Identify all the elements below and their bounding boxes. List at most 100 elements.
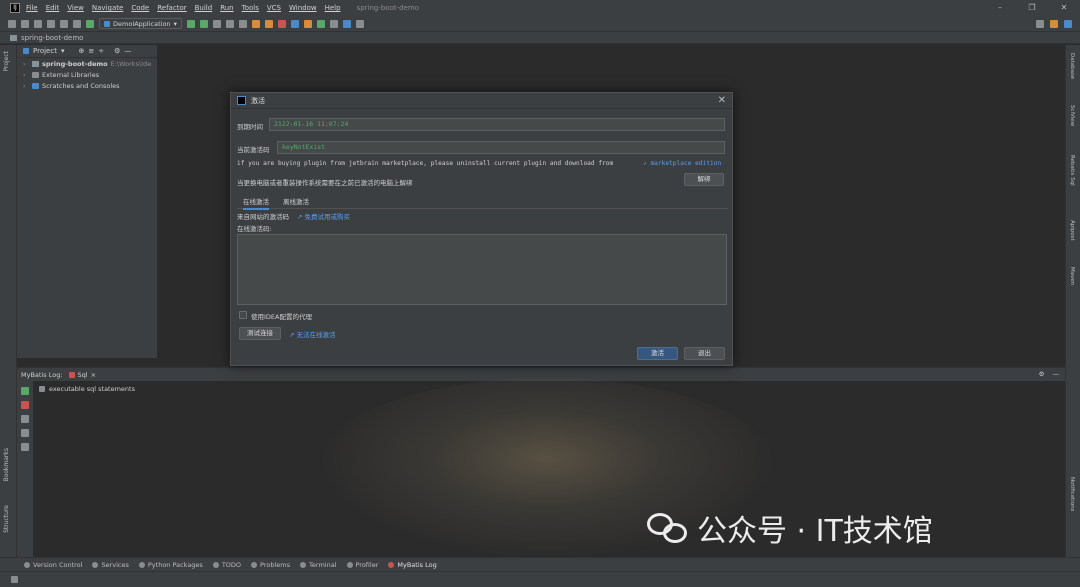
bookmarks-tool-tab[interactable]: Bookmarks <box>3 448 10 482</box>
status-layout-icon[interactable] <box>11 576 18 583</box>
exit-button[interactable]: 退出 <box>684 347 725 360</box>
collapse-all-icon[interactable]: ≡ <box>88 47 94 55</box>
profiler-icon <box>346 561 353 568</box>
proxy-checkbox[interactable] <box>239 311 247 319</box>
chevron-down-icon[interactable]: ▾ <box>61 47 65 55</box>
tab-services[interactable]: Services <box>92 561 129 569</box>
structure-tool-tab[interactable]: Structure <box>3 505 10 533</box>
tree-item-external-libraries[interactable]: › External Libraries <box>17 69 157 80</box>
test-connection-button[interactable]: 测试连接 <box>239 327 281 340</box>
open-folder-icon[interactable] <box>8 19 16 28</box>
main-toolbar: DemoIApplication ▾ <box>0 16 1080 32</box>
gear-icon[interactable]: ⚙ <box>114 47 120 55</box>
menu-vcs[interactable]: VCS <box>267 4 281 12</box>
menu-tools[interactable]: Tools <box>242 4 259 12</box>
back-icon[interactable] <box>47 19 55 28</box>
expand-all-icon[interactable]: ÷ <box>98 47 104 55</box>
update-icon[interactable] <box>1050 20 1058 28</box>
apipost-tool-tab[interactable]: Apipost <box>1069 220 1075 241</box>
maven-tool-tab[interactable]: Maven <box>1069 267 1075 285</box>
stop-icon[interactable] <box>21 401 29 409</box>
menu-edit[interactable]: Edit <box>46 4 60 12</box>
menu-window[interactable]: Window <box>289 4 317 12</box>
panel-controls: ⚙ — <box>1039 370 1059 378</box>
menu-code[interactable]: Code <box>131 4 149 12</box>
menu-navigate[interactable]: Navigate <box>92 4 123 12</box>
hide-panel-icon[interactable]: — <box>1053 370 1060 378</box>
tab-problems[interactable]: Problems <box>251 561 290 569</box>
profile-icon[interactable] <box>225 19 234 28</box>
build-hammer-icon[interactable] <box>86 19 94 28</box>
menu-run[interactable]: Run <box>220 4 233 12</box>
cannot-activate-link[interactable]: ↗ 无法在线激活 <box>289 329 336 339</box>
breadcrumb[interactable]: spring-boot-demo <box>21 34 83 42</box>
expand-arrow-icon[interactable]: › <box>23 71 29 79</box>
expand-arrow-icon[interactable]: › <box>23 60 29 68</box>
database-tool-tab[interactable]: Database <box>1069 53 1075 79</box>
plugin-icon-6[interactable] <box>316 19 325 28</box>
notifications-tool-tab[interactable]: Notifications <box>1069 477 1075 511</box>
tree-item-project-root[interactable]: › spring-boot-demo E:\Works\Ide <box>17 58 157 69</box>
menu-build[interactable]: Build <box>195 4 213 12</box>
more-run-icon[interactable] <box>238 19 247 28</box>
free-trial-link[interactable]: ↗ 免费试用或购买 <box>297 211 350 221</box>
close-icon[interactable]: ✕ <box>718 95 726 106</box>
run-configuration-select[interactable]: DemoIApplication ▾ <box>99 18 182 29</box>
project-tool-tab[interactable]: Project <box>3 51 10 72</box>
tab-profiler[interactable]: Profiler <box>346 561 378 569</box>
coverage-icon[interactable] <box>212 19 221 28</box>
close-window-icon[interactable]: ✕ <box>1048 0 1080 16</box>
activation-code-field[interactable]: keyNotExist <box>277 141 725 154</box>
plugin-icon-2[interactable] <box>264 19 273 28</box>
locate-icon[interactable]: ⊕ <box>78 47 84 55</box>
hide-panel-icon[interactable]: — <box>124 47 131 55</box>
menu-file[interactable]: File <box>26 4 38 12</box>
plugin-icon-1[interactable] <box>251 19 260 28</box>
tab-todo[interactable]: TODO <box>212 561 241 569</box>
tab-terminal[interactable]: Terminal <box>300 561 337 569</box>
expire-field[interactable]: 2122-01-16 11:07:24 <box>269 118 725 131</box>
sync-icon[interactable] <box>34 19 42 28</box>
minimize-icon[interactable]: – <box>984 0 1016 16</box>
tree-item-scratches[interactable]: › Scratches and Consoles <box>17 80 157 91</box>
menu-refactor[interactable]: Refactor <box>157 4 186 12</box>
mybatis-sql-tool-tab[interactable]: Rebatis Sql <box>1069 155 1075 186</box>
plugin-icon-3[interactable] <box>277 19 286 28</box>
rerun-icon[interactable] <box>21 387 29 395</box>
activate-button[interactable]: 激活 <box>637 347 678 360</box>
gear-icon[interactable]: ⚙ <box>1039 370 1045 378</box>
project-panel-title[interactable]: Project <box>33 47 57 55</box>
tab-sql[interactable]: Sql × <box>68 371 96 379</box>
tab-python-packages[interactable]: Python Packages <box>138 561 203 569</box>
menu-view[interactable]: View <box>67 4 84 12</box>
plugin-icon-4[interactable] <box>290 19 299 28</box>
tab-online-activation[interactable]: 在线激活 <box>243 196 269 210</box>
save-icon[interactable] <box>21 19 29 28</box>
sciview-tool-tab[interactable]: SciView <box>1069 105 1075 126</box>
close-tab-icon[interactable]: × <box>91 371 96 379</box>
tab-offline-activation[interactable]: 离线激活 <box>283 196 309 206</box>
plugin-icon-5[interactable] <box>303 19 312 28</box>
print-icon[interactable] <box>21 443 29 451</box>
debug-icon[interactable] <box>199 19 208 28</box>
plugin-icon-7[interactable] <box>342 19 351 28</box>
settings-toolbar-icon[interactable] <box>355 19 364 28</box>
tab-label: MyBatis Log <box>397 560 437 569</box>
forward-icon[interactable] <box>60 19 68 28</box>
expand-arrow-icon[interactable]: › <box>23 82 29 90</box>
scroll-down-icon[interactable] <box>21 415 29 423</box>
stop-icon[interactable] <box>329 19 338 28</box>
marketplace-edition-link[interactable]: ↗ marketplace edition <box>643 160 721 167</box>
unbind-button[interactable]: 解绑 <box>684 173 724 186</box>
folder-icon <box>10 34 17 41</box>
online-code-textarea[interactable] <box>237 234 727 305</box>
tab-version-control[interactable]: Version Control <box>24 561 82 569</box>
search-icon[interactable] <box>1036 20 1044 28</box>
assistant-icon[interactable] <box>1064 20 1072 28</box>
soft-wrap-icon[interactable] <box>21 429 29 437</box>
run-icon[interactable] <box>186 19 195 28</box>
menu-help[interactable]: Help <box>325 4 341 12</box>
restore-icon[interactable]: ❐ <box>1016 0 1048 16</box>
tab-mybatis-log[interactable]: MyBatis Log <box>388 560 437 569</box>
user-icon[interactable] <box>73 19 81 28</box>
